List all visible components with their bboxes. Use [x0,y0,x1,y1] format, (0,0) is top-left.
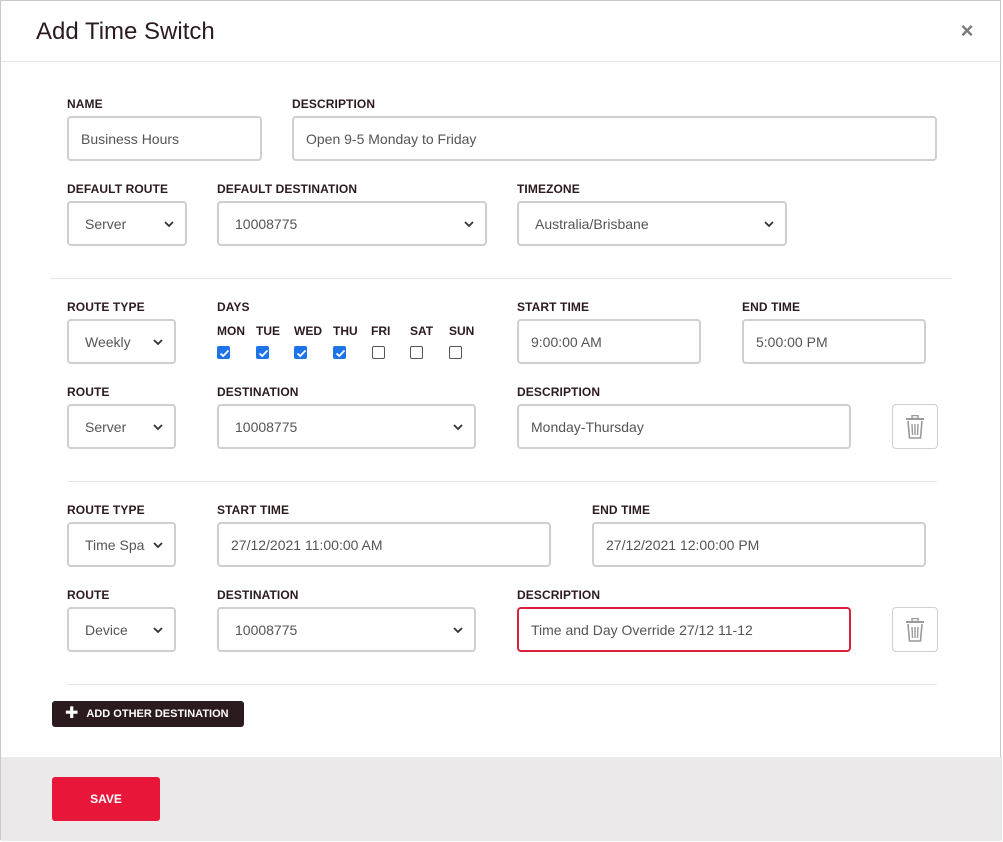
rule1-description-label: DESCRIPTION [517,385,601,399]
default-destination-value: 10008775 [235,215,298,232]
day-checkbox-thu[interactable] [333,346,346,359]
dialog-header: Add Time Switch × [1,1,1002,62]
rule1-end-time-label: END TIME [742,300,801,314]
day-label-sun: SUN [449,324,475,338]
rule2-route-label: ROUTE [67,588,110,602]
rule2-route-type-value: Time Spa [85,536,145,553]
day-checkbox-mon[interactable] [217,346,230,359]
chevron-down-icon [153,423,163,430]
rule2-end-time-value: 27/12/2021 12:00:00 PM [606,536,760,553]
chevron-down-icon [453,626,463,633]
rule1-destination-label: DESTINATION [217,385,299,399]
day-label-sat: SAT [410,324,434,338]
day-label-fri: FRI [371,324,391,338]
rule2-destination-label: DESTINATION [217,588,299,602]
description-value: Open 9-5 Monday to Friday [306,130,477,147]
day-checkbox-tue[interactable] [256,346,269,359]
rule1-description-value: Monday-Thursday [531,418,644,435]
close-icon[interactable]: × [958,20,976,42]
rule1-route-type-select[interactable]: Weekly [67,319,176,364]
day-label-mon: MON [217,324,245,338]
chevron-down-icon [164,220,174,227]
rule1-route-select[interactable]: Server [67,404,176,449]
timezone-label: TIMEZONE [517,182,580,196]
check-icon [335,349,346,358]
timezone-value: Australia/Brisbane [535,215,649,232]
rule2-description-value: Time and Day Override 27/12 11-12 [531,621,753,638]
rule2-start-time-value: 27/12/2021 11:00:00 AM [231,536,383,553]
add-other-destination-button[interactable]: ✚ ADD OTHER DESTINATION [52,701,244,727]
chevron-down-icon [453,423,463,430]
day-checkbox-sat[interactable] [410,346,423,359]
check-icon [258,349,269,358]
rule1-route-label: ROUTE [67,385,110,399]
default-route-label: DEFAULT ROUTE [67,182,169,196]
rule1-start-time-value: 9:00:00 AM [531,333,602,350]
add-other-destination-label: ADD OTHER DESTINATION [86,708,229,720]
chevron-down-icon [153,338,163,345]
rule2-delete-button[interactable] [892,607,938,652]
day-label-wed: WED [294,324,322,338]
rule1-start-time-input[interactable]: 9:00:00 AM [517,319,701,364]
rule-divider [67,481,937,482]
description-label: DESCRIPTION [292,97,376,111]
day-checkbox-sun[interactable] [449,346,462,359]
rule2-route-select[interactable]: Device [67,607,176,652]
rule1-end-time-value: 5:00:00 PM [756,333,828,350]
default-destination-label: DEFAULT DESTINATION [217,182,358,196]
rule-divider [67,684,937,685]
name-value: Business Hours [81,130,180,147]
timezone-select[interactable]: Australia/Brisbane [517,201,787,246]
rule1-delete-button[interactable] [892,404,938,449]
check-icon [296,349,307,358]
description-input[interactable]: Open 9-5 Monday to Friday [292,116,937,161]
check-icon [219,349,230,358]
rule1-destination-value: 10008775 [235,418,298,435]
rule2-start-time-input[interactable]: 27/12/2021 11:00:00 AM [217,522,551,567]
day-checkbox-fri[interactable] [372,346,385,359]
rule2-description-label: DESCRIPTION [517,588,601,602]
trash-icon [906,617,924,642]
dialog-footer: SAVE [1,757,1002,841]
rule2-destination-value: 10008775 [235,621,298,638]
section-divider [50,278,952,279]
name-label: NAME [67,97,103,111]
rule2-description-input[interactable]: Time and Day Override 27/12 11-12 [517,607,851,652]
rule1-end-time-input[interactable]: 5:00:00 PM [742,319,926,364]
default-destination-select[interactable]: 10008775 [217,201,487,246]
chevron-down-icon [764,220,774,227]
trash-icon [906,414,924,439]
add-time-switch-dialog: Add Time Switch × NAME Business Hours DE… [0,0,1002,841]
day-label-thu: THU [333,324,358,338]
rule2-end-time-label: END TIME [592,503,651,517]
save-button[interactable]: SAVE [52,777,160,821]
rule1-days-label: DAYS [217,300,250,314]
rule1-start-time-label: START TIME [517,300,590,314]
chevron-down-icon [153,541,163,548]
rule2-end-time-input[interactable]: 27/12/2021 12:00:00 PM [592,522,926,567]
rule2-route-type-select[interactable]: Time Spa [67,522,176,567]
default-route-select[interactable]: Server [67,201,187,246]
day-label-tue: TUE [256,324,280,338]
rule1-route-type-value: Weekly [85,333,131,350]
rule2-route-value: Device [85,621,128,638]
day-checkbox-wed[interactable] [294,346,307,359]
plus-icon: ✚ [65,705,79,722]
rule1-destination-select[interactable]: 10008775 [217,404,476,449]
name-input[interactable]: Business Hours [67,116,262,161]
rule1-route-value: Server [85,418,127,435]
chevron-down-icon [153,626,163,633]
rule1-description-input[interactable]: Monday-Thursday [517,404,851,449]
default-route-value: Server [85,215,127,232]
rule2-start-time-label: START TIME [217,503,290,517]
dialog-title: Add Time Switch [36,18,215,45]
rule1-route-type-label: ROUTE TYPE [67,300,145,314]
rule2-destination-select[interactable]: 10008775 [217,607,476,652]
chevron-down-icon [464,220,474,227]
rule2-route-type-label: ROUTE TYPE [67,503,145,517]
